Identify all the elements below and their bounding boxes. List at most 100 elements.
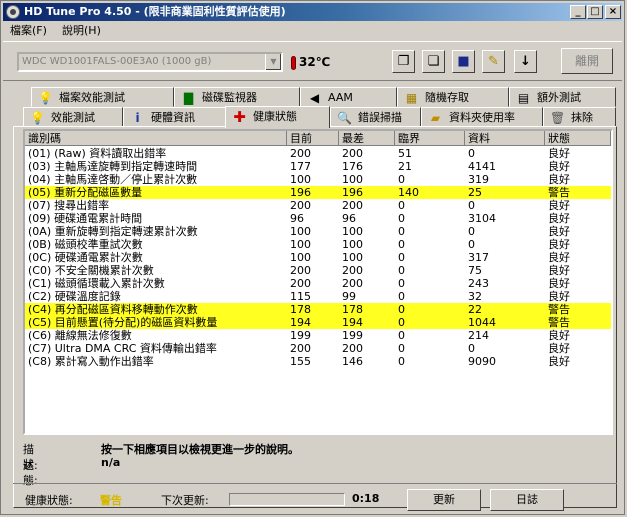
tab-extra-tests[interactable]: ▤ 額外測試 [509,87,616,107]
tab-random-access[interactable]: ▦ 隨機存取 [397,87,509,107]
save-button[interactable]: ■ [452,50,475,73]
table-row[interactable]: (05) 重新分配磁區數量 196 196 140 25 警告 [25,186,611,199]
cell-cur: 115 [290,290,311,303]
cell-thr: 0 [398,277,405,290]
cell-id: (C4) 再分配磁區資料移轉動作次數 [28,303,198,316]
cell-thr: 0 [398,329,405,342]
cell-id: (C8) 累計寫入動作出錯率 [28,355,154,368]
cell-status: 良好 [548,277,570,290]
col-header-status[interactable]: 狀態 [545,131,611,146]
table-row[interactable]: (09) 硬碟通電累計時間 96 96 0 3104 良好 [25,212,611,225]
copy-info-button[interactable]: ❏ [422,50,445,73]
tab-health[interactable]: ✚ 健康狀態 [225,106,330,128]
cell-thr: 0 [398,212,405,225]
tab-benchmark[interactable]: 💡 效能測試 [23,107,123,127]
tab-disk-monitor[interactable]: ▇ 磁碟監視器 [174,87,300,107]
table-row[interactable]: (C2) 硬碟溫度記錄 115 99 0 32 良好 [25,290,611,303]
cell-id: (C2) 硬碟溫度記錄 [28,290,121,303]
cell-cur: 96 [290,212,304,225]
table-row[interactable]: (0B) 磁頭校準重試次數 100 100 0 0 良好 [25,238,611,251]
col-header-worst[interactable]: 最差 [339,131,395,146]
cell-data: 317 [468,251,489,264]
drive-select[interactable]: WDC WD1001FALS-00E3A0 (1000 gB) ▼ [17,52,283,72]
cell-worst: 100 [342,173,363,186]
temperature-display: 32℃ [291,52,330,72]
cell-data: 22 [468,303,482,316]
download-button[interactable]: ↓ [514,50,537,73]
options-button[interactable]: ✎ [482,50,505,73]
update-button[interactable]: 更新 [407,489,481,511]
cell-thr: 0 [398,342,405,355]
maximize-button[interactable]: □ [587,5,603,19]
tab-folder-usage[interactable]: ▰ 資料夾使用率 [421,107,543,127]
cell-status: 良好 [548,212,570,225]
cell-data: 0 [468,342,475,355]
table-row[interactable]: (C5) 目前懸置(待分配)的磁區資料數量 194 194 0 1044 警告 [25,316,611,329]
table-row[interactable]: (01) (Raw) 資料讀取出錯率 200 200 51 0 良好 [25,147,611,160]
window-title: HD Tune Pro 4.50 - (限非商業固利性質評估使用) [24,5,286,18]
chevron-down-icon[interactable]: ▼ [265,54,281,70]
cell-cur: 199 [290,329,311,342]
table-row[interactable]: (C7) Ultra DMA CRC 資料傳輸出錯率 200 200 0 0 良好 [25,342,611,355]
menu-file[interactable]: 檔案(F) [6,22,51,40]
cell-status: 良好 [548,355,570,368]
status-bar: 健康狀態: 警告 下次更新: 0:18 更新 日誌 [13,483,617,511]
col-header-data[interactable]: 資料 [465,131,545,146]
cell-worst: 200 [342,199,363,212]
tab-hardware-info[interactable]: i 硬體資訊 [123,107,226,127]
table-row[interactable]: (03) 主軸馬達旋轉到指定轉速時間 177 176 21 4141 良好 [25,160,611,173]
cell-status: 良好 [548,160,570,173]
cell-cur: 178 [290,303,311,316]
table-row[interactable]: (C0) 不安全關機累計次數 200 200 0 75 良好 [25,264,611,277]
cell-data: 0 [468,238,475,251]
temperature-value: 32℃ [299,55,331,69]
table-row[interactable]: (04) 主軸馬達啓動／停止累計次數 100 100 0 319 良好 [25,173,611,186]
cell-data: 0 [468,147,475,160]
table-row[interactable]: (C8) 累計寫入動作出錯率 155 146 0 9090 良好 [25,355,611,368]
tab-error-scan[interactable]: 🔍 錯誤掃描 [330,107,421,127]
cell-cur: 200 [290,199,311,212]
cell-data: 25 [468,186,482,199]
col-header-id[interactable]: 識別碼 [25,131,287,146]
col-header-current[interactable]: 目前 [287,131,339,146]
save-icon: ■ [457,54,470,69]
cell-data: 0 [468,225,475,238]
cell-data: 75 [468,264,482,277]
countdown-time: 0:18 [352,492,380,505]
cell-data: 4141 [468,160,496,173]
table-row[interactable]: (0A) 重新旋轉到指定轉速累計次數 100 100 0 0 良好 [25,225,611,238]
table-row[interactable]: (C6) 離線無法修復數 199 199 0 214 良好 [25,329,611,342]
cell-thr: 0 [398,264,405,277]
thermometer-icon [291,55,296,70]
table-row[interactable]: (0C) 硬碟通電累計次數 100 100 0 317 良好 [25,251,611,264]
col-header-threshold[interactable]: 臨界 [395,131,465,146]
cell-status: 良好 [548,238,570,251]
table-row[interactable]: (C4) 再分配磁區資料移轉動作次數 178 178 0 22 警告 [25,303,611,316]
cell-status: 良好 [548,264,570,277]
cell-thr: 0 [398,199,405,212]
tab-aam[interactable]: ◀ AAM [300,87,397,107]
drive-select-value: WDC WD1001FALS-00E3A0 (1000 gB) [22,56,212,67]
cell-cur: 177 [290,160,311,173]
cell-data: 1044 [468,316,496,329]
menu-help[interactable]: 說明(H) [58,22,105,40]
tab-erase[interactable]: 🗑 抹除 [543,107,616,127]
cell-status: 警告 [548,303,570,316]
title-bar: HD Tune Pro 4.50 - (限非商業固利性質評估使用) _ □ × [3,3,622,21]
cell-data: 32 [468,290,482,303]
toolbar: WDC WD1001FALS-00E3A0 (1000 gB) ▼ 32℃ ❐ … [3,41,622,81]
close-button[interactable]: × [605,5,621,19]
table-row[interactable]: (07) 搜尋出錯率 200 200 0 0 良好 [25,199,611,212]
log-button[interactable]: 日誌 [490,489,564,511]
copy-info-icon: ❏ [427,54,440,69]
smart-table[interactable]: 識別碼 目前 最差 臨界 資料 狀態 (01) (Raw) 資料讀取出錯率 200… [23,129,613,435]
minimize-button[interactable]: _ [570,5,586,19]
cell-data: 9090 [468,355,496,368]
cell-status: 良好 [548,199,570,212]
tab-file-benchmark[interactable]: 💡 檔案效能測試 [31,87,174,107]
exit-button[interactable]: 離開 [561,48,613,74]
copy-button[interactable]: ❐ [392,50,415,73]
cell-id: (03) 主軸馬達旋轉到指定轉速時間 [28,160,198,173]
table-row[interactable]: (C1) 磁頭循環載入累計次數 200 200 0 243 良好 [25,277,611,290]
cell-id: (01) (Raw) 資料讀取出錯率 [28,147,167,160]
